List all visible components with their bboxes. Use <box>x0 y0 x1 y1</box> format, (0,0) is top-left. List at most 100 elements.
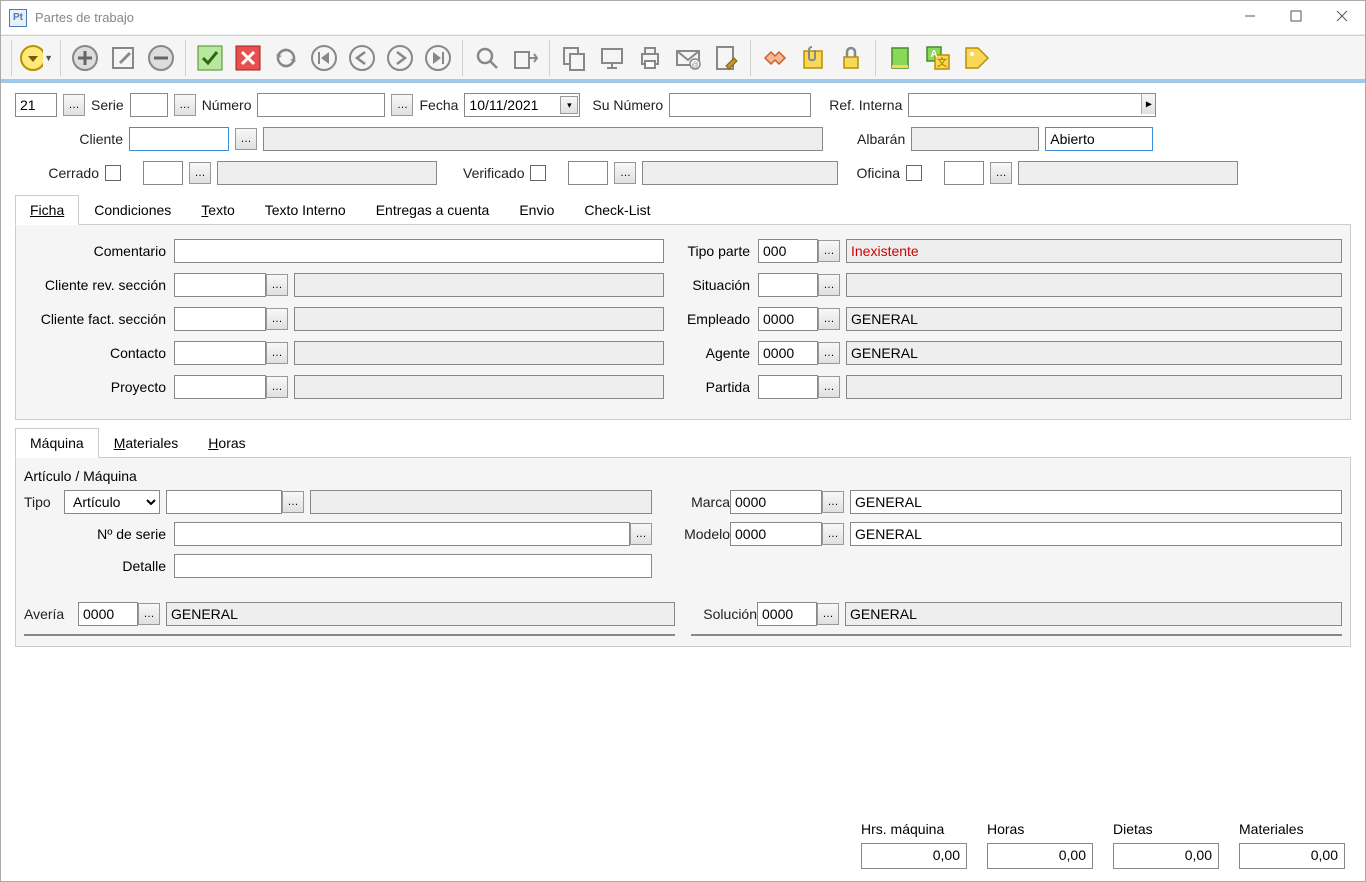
num-serie-lookup-button[interactable]: … <box>630 523 652 545</box>
modelo-lookup-button[interactable]: … <box>822 523 844 545</box>
ref-interna-input[interactable] <box>908 93 1156 117</box>
company-lookup-button[interactable]: … <box>63 94 85 116</box>
fecha-dropdown-button[interactable]: ▾ <box>560 96 578 114</box>
subtab-horas[interactable]: Horas <box>193 428 260 458</box>
oficina-lookup-button[interactable]: … <box>990 162 1012 184</box>
tag-button[interactable] <box>958 40 994 76</box>
tab-ficha[interactable]: Ficha <box>15 195 79 225</box>
situacion-lookup-button[interactable]: … <box>818 274 840 296</box>
ref-interna-next-button[interactable]: ▶ <box>1141 94 1155 114</box>
search-button[interactable] <box>469 40 505 76</box>
attachments-button[interactable] <box>795 40 831 76</box>
situacion-code-input[interactable] <box>758 273 818 297</box>
oficina-checkbox[interactable] <box>906 165 922 181</box>
cliente-rev-code-input[interactable] <box>174 273 266 297</box>
cliente-code-input[interactable] <box>129 127 229 151</box>
cerrado-code-input[interactable] <box>143 161 183 185</box>
remove-button[interactable] <box>143 40 179 76</box>
articulo-code-input[interactable] <box>166 490 282 514</box>
contacto-label: Contacto <box>24 345 174 361</box>
cerrado-lookup-button[interactable]: … <box>189 162 211 184</box>
close-button[interactable] <box>1319 1 1365 31</box>
export-button[interactable] <box>507 40 543 76</box>
add-button[interactable] <box>67 40 103 76</box>
partida-code-input[interactable] <box>758 375 818 399</box>
materiales-value: 0,00 <box>1239 843 1345 869</box>
nav-prev-button[interactable] <box>344 40 380 76</box>
monitor-button[interactable] <box>594 40 630 76</box>
edit-button[interactable] <box>105 40 141 76</box>
marca-lookup-button[interactable]: … <box>822 491 844 513</box>
albaran-label: Albarán <box>857 131 905 147</box>
verificado-code-input[interactable] <box>568 161 608 185</box>
book-green-button[interactable] <box>882 40 918 76</box>
agente-code-input[interactable] <box>758 341 818 365</box>
oficina-code-input[interactable] <box>944 161 984 185</box>
nav-last-button[interactable] <box>420 40 456 76</box>
nav-first-button[interactable] <box>306 40 342 76</box>
averia-text-area[interactable] <box>24 634 675 636</box>
num-serie-input[interactable] <box>174 522 630 546</box>
tab-texto[interactable]: Texto <box>186 195 249 225</box>
tab-checklist[interactable]: Check-List <box>569 195 665 225</box>
comentario-input[interactable] <box>174 239 664 263</box>
cliente-rev-lookup-button[interactable]: … <box>266 274 288 296</box>
nav-next-button[interactable] <box>382 40 418 76</box>
empleado-code-input[interactable] <box>758 307 818 331</box>
minimize-button[interactable] <box>1227 1 1273 31</box>
marca-code-input[interactable] <box>730 490 822 514</box>
hrs-maquina-value: 0,00 <box>861 843 967 869</box>
tab-condiciones[interactable]: Condiciones <box>79 195 186 225</box>
solucion-text-area[interactable] <box>691 634 1342 636</box>
solucion-code-input[interactable] <box>757 602 817 626</box>
tab-entregas[interactable]: Entregas a cuenta <box>361 195 505 225</box>
proyecto-code-input[interactable] <box>174 375 266 399</box>
cliente-rev-name-display <box>294 273 664 297</box>
partida-lookup-button[interactable]: … <box>818 376 840 398</box>
agente-lookup-button[interactable]: … <box>818 342 840 364</box>
copy-button[interactable] <box>556 40 592 76</box>
numero-lookup-button[interactable]: … <box>391 94 413 116</box>
tab-texto-interno[interactable]: Texto Interno <box>250 195 361 225</box>
contacto-code-input[interactable] <box>174 341 266 365</box>
maximize-button[interactable] <box>1273 1 1319 31</box>
averia-lookup-button[interactable]: … <box>138 603 160 625</box>
verificado-checkbox[interactable] <box>530 165 546 181</box>
serie-input[interactable] <box>130 93 168 117</box>
translate-button[interactable]: A文 <box>920 40 956 76</box>
modelo-code-input[interactable] <box>730 522 822 546</box>
email-button[interactable]: @ <box>670 40 706 76</box>
articulo-lookup-button[interactable]: … <box>282 491 304 513</box>
proyecto-lookup-button[interactable]: … <box>266 376 288 398</box>
dietas-label: Dietas <box>1113 821 1153 837</box>
contacto-lookup-button[interactable]: … <box>266 342 288 364</box>
cliente-lookup-button[interactable]: … <box>235 128 257 150</box>
averia-code-input[interactable] <box>78 602 138 626</box>
subtab-maquina[interactable]: Máquina <box>15 428 99 458</box>
handshake-icon[interactable] <box>757 40 793 76</box>
subtab-materiales[interactable]: Materiales <box>99 428 194 458</box>
su-numero-input[interactable] <box>669 93 811 117</box>
refresh-button[interactable] <box>268 40 304 76</box>
empleado-lookup-button[interactable]: … <box>818 308 840 330</box>
solucion-lookup-button[interactable]: … <box>817 603 839 625</box>
cliente-fact-code-input[interactable] <box>174 307 266 331</box>
lock-button[interactable] <box>833 40 869 76</box>
cancel-button[interactable] <box>230 40 266 76</box>
print-button[interactable] <box>632 40 668 76</box>
cerrado-checkbox[interactable] <box>105 165 121 181</box>
sign-document-button[interactable] <box>708 40 744 76</box>
cliente-fact-lookup-button[interactable]: … <box>266 308 288 330</box>
numero-input[interactable] <box>257 93 385 117</box>
tipo-select[interactable]: Artículo <box>64 490 160 514</box>
accept-button[interactable] <box>192 40 228 76</box>
tipo-parte-code-input[interactable] <box>758 239 818 263</box>
serie-lookup-button[interactable]: … <box>174 94 196 116</box>
dropdown-button[interactable]: ▼ <box>18 40 54 76</box>
tab-envio[interactable]: Envio <box>504 195 569 225</box>
tipo-parte-lookup-button[interactable]: … <box>818 240 840 262</box>
ficha-panel: Comentario Cliente rev. sección … Client… <box>15 225 1351 420</box>
company-code-input[interactable] <box>15 93 57 117</box>
detalle-input[interactable] <box>174 554 652 578</box>
verificado-lookup-button[interactable]: … <box>614 162 636 184</box>
